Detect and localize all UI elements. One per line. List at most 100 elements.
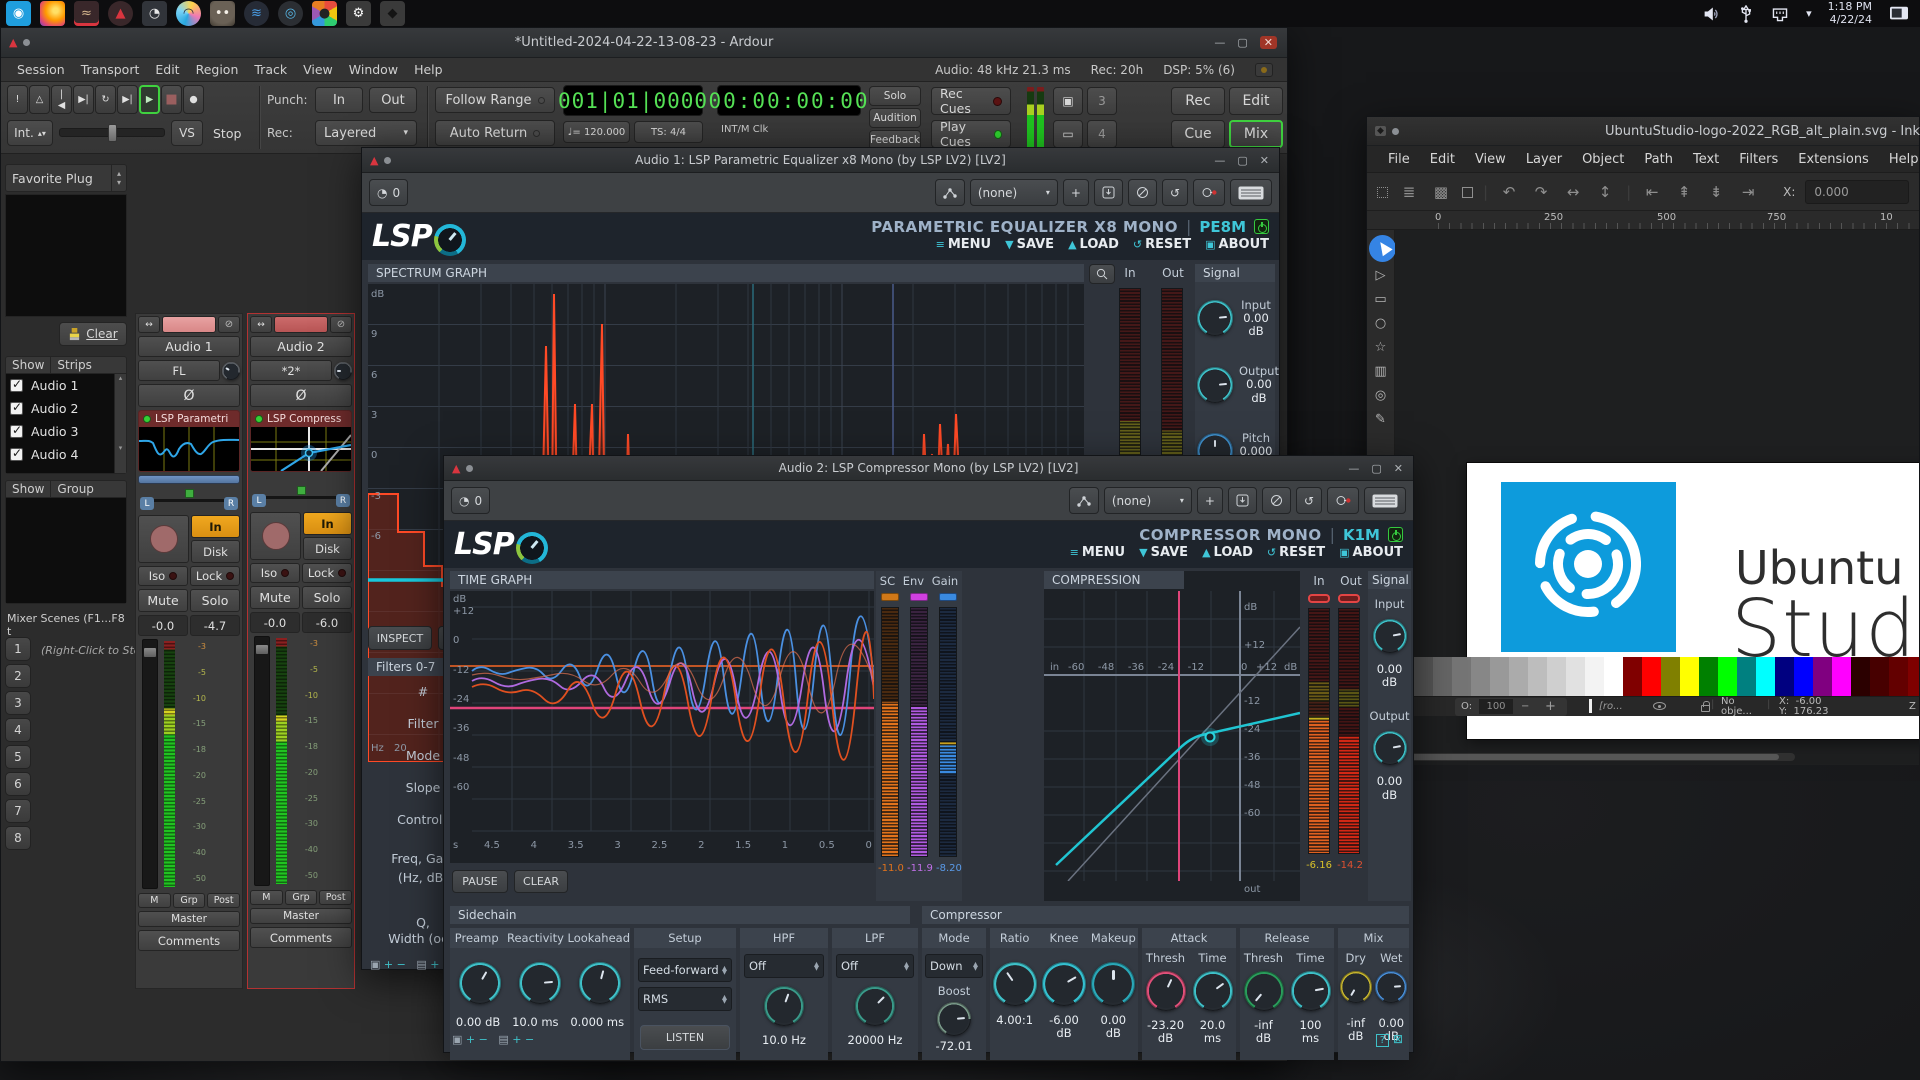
palette-swatch[interactable] [1870,657,1889,696]
lpf-freq-knob[interactable] [855,986,895,1026]
horizontal-ruler[interactable]: 0 250 500 750 10 [1367,211,1919,230]
strip-trim-button[interactable]: FL [138,360,220,381]
plugin-load-button[interactable]: ▲LOAD [1202,545,1253,560]
strip-name-button[interactable]: Audio 1 [138,336,240,357]
transport-button[interactable]: ▶| [117,85,138,114]
output-button[interactable]: Master [250,908,352,924]
lookahead-knob[interactable] [579,962,621,1004]
secondary-clock[interactable]: 00:00:00:00 [717,85,861,116]
palette-swatch[interactable] [1490,657,1509,696]
save-preset-button[interactable] [1228,487,1257,514]
tempo-button[interactable]: ♩= 120.000 [563,121,630,143]
latency-button[interactable]: ◔0 [369,179,408,206]
reactivity-knob[interactable] [519,962,561,1004]
plugin-menu-button[interactable]: ≡MENU [1070,545,1125,560]
ardour-titlebar[interactable]: ▲ *Untitled-2024-04-22-13-08-23 - Ardour… [1,28,1287,58]
strip-rec-enable[interactable] [162,316,216,333]
transport-button[interactable]: ! [7,85,28,114]
tab-editor[interactable]: Edit [1229,87,1283,115]
canvas-scrollbar[interactable] [1405,753,1795,761]
hpf-freq-knob[interactable] [764,986,804,1026]
pencil-tool-icon[interactable]: ✎ [1375,412,1386,427]
solo-button[interactable]: Solo [302,586,352,609]
sc-method-select[interactable]: RMS▲▼ [638,987,732,1011]
palette-swatch[interactable] [1680,657,1699,696]
peak-display[interactable]: -6.0 [302,612,352,633]
makeup-knob[interactable] [1091,962,1135,1006]
reset-button[interactable]: ↺ [1296,487,1322,514]
ratio-knob[interactable] [993,962,1037,1006]
pause-button[interactable]: PAUSE [452,870,508,893]
transport-button[interactable]: ■ [161,85,182,114]
menu-item[interactable]: View [295,62,341,77]
reset-button[interactable]: ↺ [1162,179,1188,206]
panel-app-icon[interactable]: ≈ [74,1,99,26]
panel-app-icon[interactable]: •• [210,1,235,26]
palette-swatch[interactable] [1794,657,1813,696]
menu-item[interactable]: Extensions [1789,152,1878,167]
panel-app-icon[interactable]: ⚙ [346,1,371,26]
resize-icon[interactable]: ⊠ [1393,1032,1403,1046]
tab-cue[interactable]: Cue [1171,120,1225,148]
comp-titlebar[interactable]: ▲ Audio 2: LSP Compressor Mono (by LSP L… [444,456,1413,481]
palette-swatch[interactable] [1737,657,1756,696]
palette-swatch[interactable] [1604,657,1623,696]
out-clip-indicator[interactable] [1338,594,1360,603]
maximize-button[interactable]: ▢ [1371,462,1381,475]
graph-zoom-button[interactable] [1089,264,1115,284]
metering-point-button[interactable]: M [250,890,283,905]
env-meter-chip[interactable] [910,593,928,601]
layers-icon[interactable]: ≣ [1398,183,1420,201]
plugin-save-button[interactable]: ▼SAVE [1005,237,1054,252]
plugin-active-led[interactable] [143,415,151,423]
inspect-button[interactable]: INSPECT [368,626,432,650]
pan-control[interactable]: L R [138,487,240,513]
pin-button[interactable] [1327,487,1359,514]
mixer-scene-button[interactable]: 5 [5,745,31,769]
strip-list-row[interactable]: Audio 3 [6,420,114,443]
mute-button[interactable]: Mute [138,589,188,612]
palette-swatch[interactable] [1775,657,1794,696]
transport-button[interactable]: |◀ [51,85,72,114]
spiral-tool-icon[interactable]: ◎ [1375,388,1386,403]
lpf-mode-select[interactable]: Off▲▼ [836,954,914,978]
plugin-about-button[interactable]: ▣ABOUT [1339,545,1403,560]
maximize-button[interactable]: ▢ [1237,36,1247,49]
time-graph[interactable]: dB +120-12-24-36-48-60 s 4.543.532.521.5… [450,591,874,863]
tab-mixer[interactable]: Mix [1229,120,1283,148]
layer-visibility-icon[interactable] [1653,702,1666,710]
minimize-button[interactable]: — [1214,154,1225,167]
keyboard-button[interactable] [1364,487,1406,514]
attack-time-knob[interactable] [1193,971,1233,1011]
bypass-button[interactable] [1128,179,1157,206]
layout-4-button[interactable]: 4 [1087,120,1117,148]
minimize-button[interactable]: — [1214,36,1225,49]
raise-icon[interactable]: ⇞ [1673,183,1695,201]
plugin-save-button[interactable]: ▼SAVE [1139,545,1188,560]
ellipse-tool-icon[interactable]: ○ [1375,316,1386,331]
palette-swatch[interactable] [1699,657,1718,696]
palette-swatch[interactable] [1718,657,1737,696]
record-mode-select[interactable]: Layered▾ [315,120,417,146]
vari-speed-button[interactable]: VS [171,120,203,146]
box-tool-icon[interactable]: ▥ [1374,364,1386,379]
menu-item[interactable]: Edit [1421,152,1464,167]
group-button[interactable]: Grp [285,890,318,905]
checkbox-checked-icon[interactable] [10,425,23,438]
menu-item[interactable]: Track [246,62,295,77]
opacity-plus-button[interactable]: + [1545,699,1556,714]
close-button[interactable]: ✕ [1260,154,1269,167]
mixer-scene-button[interactable]: 1 [5,637,31,661]
ubuntustudio-logo-square[interactable] [1501,482,1676,652]
latency-button[interactable]: ◔0 [451,487,490,514]
layer-lock-icon[interactable] [1701,705,1710,712]
menu-item[interactable]: Object [1573,152,1633,167]
trim-knob[interactable] [222,362,240,380]
solo-isolate-button[interactable]: Iso [250,563,300,583]
palette-swatch[interactable] [1832,657,1851,696]
palette-swatch[interactable] [1851,657,1870,696]
gain-display[interactable]: -0.0 [138,615,188,636]
solo-lock-button[interactable]: Lock [302,563,352,583]
record-arm-button[interactable] [138,515,189,563]
processor-fader[interactable] [138,475,240,484]
